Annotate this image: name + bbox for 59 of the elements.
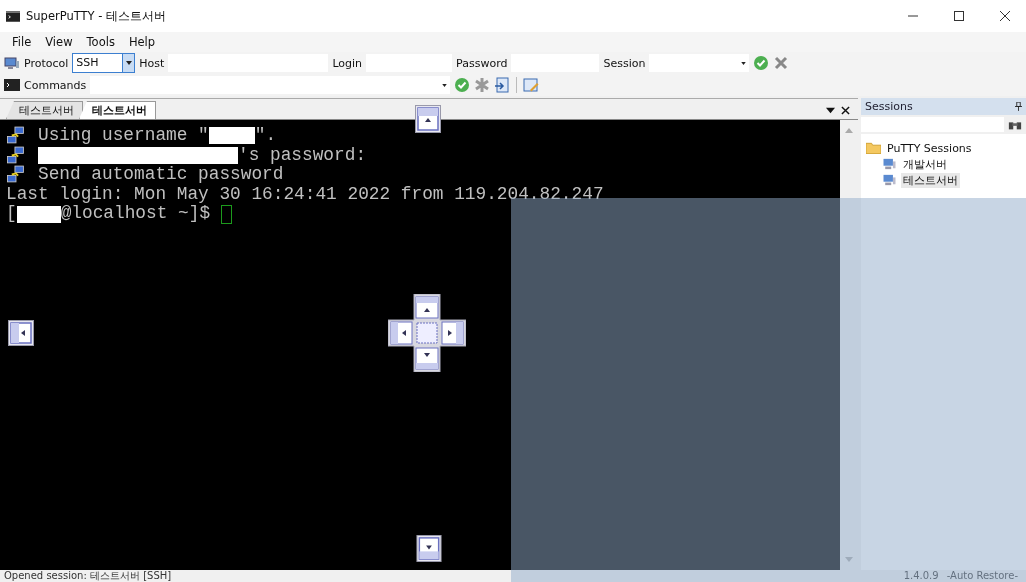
- terminal-text: Last login: Mon May 30 16:24:41 2022 from 119.204.82.247: [6, 184, 604, 205]
- window-title: SuperPuTTY - 테스트서버: [26, 8, 167, 24]
- asterisk-icon[interactable]: [474, 77, 491, 93]
- terminal-text: Using username ": [38, 126, 209, 146]
- tree-item[interactable]: PuTTY Sessions: [885, 141, 974, 155]
- menu-item[interactable]: Help: [121, 35, 163, 49]
- menu-item[interactable]: View: [38, 35, 80, 49]
- close-icon[interactable]: [841, 106, 850, 115]
- terminal-text: Send automatic password: [38, 165, 284, 185]
- computer-icon: [4, 55, 20, 71]
- menu-item[interactable]: Tools: [79, 35, 122, 49]
- mode-text: -Auto Restore-: [946, 570, 1018, 582]
- terminal-text: [: [6, 204, 17, 224]
- caret-icon: [125, 61, 132, 65]
- tree-item[interactable]: 테스트서버: [901, 172, 960, 188]
- session-tab[interactable]: 테스트서버: [79, 101, 156, 119]
- network-icon: [6, 126, 26, 146]
- pin-icon[interactable]: [1015, 102, 1022, 111]
- protocol-dropdown[interactable]: SSH: [72, 53, 136, 73]
- login-label: Login: [332, 56, 363, 70]
- computer-icon: [882, 174, 897, 186]
- edit-icon[interactable]: [523, 77, 540, 93]
- caret-icon: [442, 83, 448, 87]
- dropdown-icon[interactable]: [826, 106, 835, 115]
- terminal-text: 's password:: [238, 145, 367, 166]
- dock-top-icon[interactable]: [415, 105, 441, 133]
- scroll-up-icon[interactable]: [845, 128, 853, 133]
- network-icon: [6, 145, 26, 165]
- caret-icon: [741, 61, 747, 65]
- terminal-text: @localhost ~]$: [60, 204, 212, 224]
- terminal-text: ".: [254, 126, 277, 146]
- connect-icon[interactable]: [753, 55, 770, 71]
- panel-title: Sessions: [865, 100, 913, 113]
- dock-guide-icon[interactable]: [388, 294, 466, 372]
- dock-left-icon[interactable]: [8, 320, 34, 346]
- status-message: Opened session: 테스트서버 [SSH]: [4, 570, 172, 582]
- network-icon: [6, 165, 26, 185]
- text-cursor: [220, 204, 232, 224]
- scroll-down-icon[interactable]: [845, 557, 853, 562]
- dock-bottom-icon[interactable]: [416, 535, 442, 562]
- host-label: Host: [139, 56, 165, 70]
- computer-icon: [882, 158, 897, 170]
- redaction-block: [16, 205, 61, 223]
- menu-item[interactable]: File: [5, 35, 39, 49]
- tree-item[interactable]: 개발서버: [901, 156, 949, 172]
- commands-label: Commands: [24, 78, 87, 92]
- session-label: Session: [603, 56, 646, 70]
- terminal-icon: [6, 10, 20, 22]
- folder-icon: [866, 142, 881, 154]
- send-icon[interactable]: [454, 77, 471, 93]
- password-label: Password: [456, 56, 508, 70]
- session-tab[interactable]: 테스트서버: [6, 101, 83, 119]
- maximize-icon[interactable]: [954, 11, 964, 21]
- close-icon[interactable]: [1000, 11, 1010, 21]
- protocol-label: Protocol: [24, 56, 69, 70]
- document-icon[interactable]: [494, 77, 511, 93]
- terminal-icon: [4, 77, 20, 93]
- version-text: 1.4.0.9: [903, 570, 939, 582]
- commands-field[interactable]: [90, 76, 451, 94]
